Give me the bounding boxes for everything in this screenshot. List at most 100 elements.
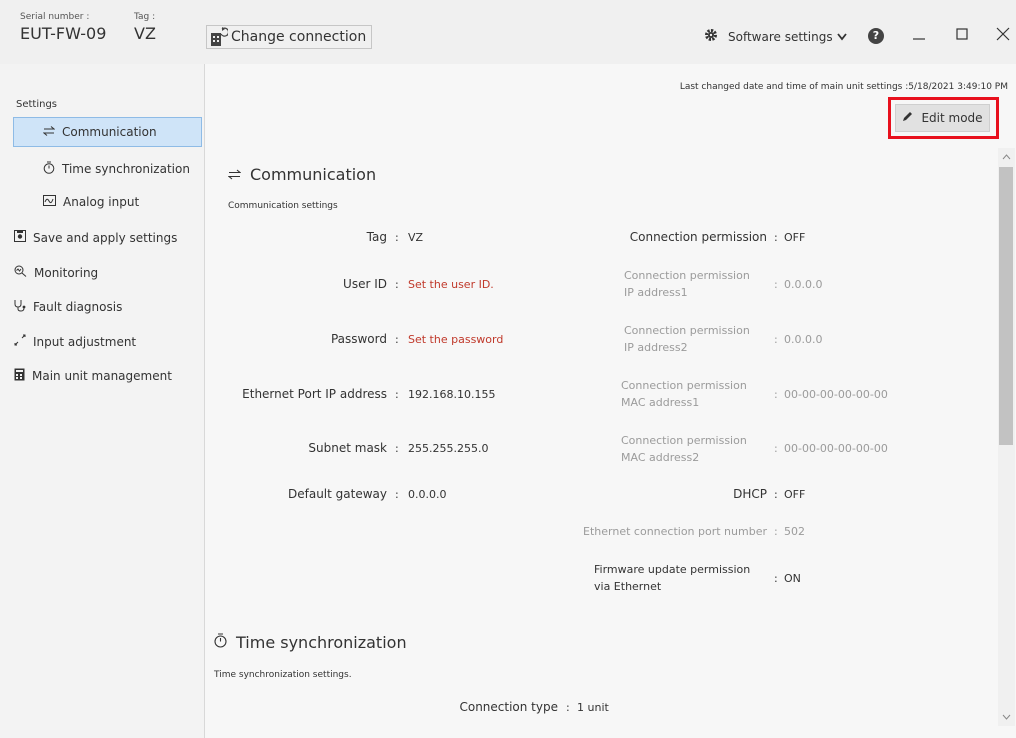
sidebar-item-time-synchronization[interactable]: Time synchronization [43, 161, 190, 177]
scroll-down-icon[interactable] [1002, 712, 1011, 723]
software-settings-menu[interactable]: Software settings [704, 28, 847, 45]
ip-address2-label-line2: IP address2 [624, 341, 688, 354]
sidebar-item-monitoring[interactable]: Monitoring [14, 265, 98, 280]
software-settings-label: Software settings [728, 29, 833, 44]
user-id-field-label: User ID [343, 277, 387, 291]
subnet-mask-field-label: Subnet mask [308, 441, 387, 455]
colon: : [774, 488, 778, 501]
password-field-label: Password [330, 332, 387, 346]
mac-address2-label-line2: MAC address2 [621, 451, 700, 464]
connection-type-value: 1 unit [577, 701, 609, 714]
sidebar-item-save-and-apply-settings[interactable]: Save and apply settings [14, 230, 177, 245]
last-changed-text: Last changed date and time of main unit … [679, 82, 1008, 92]
colon: : [395, 488, 399, 501]
sidebar-item-label: Main unit management [32, 369, 172, 383]
scrollbar-thumb[interactable] [999, 167, 1013, 445]
port-number-value: 502 [784, 525, 805, 538]
scroll-up-icon[interactable] [1002, 152, 1011, 163]
close-icon[interactable] [996, 26, 1010, 45]
waveform-icon [43, 195, 56, 209]
monitor-search-icon [14, 265, 27, 280]
ip-address1-label-line2: IP address1 [624, 286, 688, 299]
dhcp-label: DHCP [733, 487, 767, 501]
connection-permission-value: OFF [784, 231, 806, 244]
time-sync-section-title: Time synchronization [214, 633, 407, 652]
mac-address1-label-line1: Connection permission [621, 379, 747, 392]
tag-field-label: Tag [366, 230, 387, 244]
colon: : [395, 388, 399, 401]
sidebar-item-label: Analog input [63, 195, 140, 209]
colon: : [774, 388, 778, 401]
mac-address2-label-line1: Connection permission [621, 434, 747, 447]
sidebar-item-label: Save and apply settings [33, 230, 178, 245]
subnet-mask-field-value: 255.255.255.0 [408, 442, 489, 455]
colon: : [566, 701, 570, 714]
colon: : [395, 442, 399, 455]
ip-address2-value: 0.0.0.0 [784, 333, 823, 346]
user-id-field-value: Set the user ID. [408, 278, 494, 291]
default-gateway-field-label: Default gateway [288, 487, 387, 501]
port-number-label: Ethernet connection port number [583, 525, 767, 538]
chevron-down-icon [836, 30, 847, 44]
ethernet-ip-field-label: Ethernet Port IP address [242, 387, 387, 401]
ip-address1-value: 0.0.0.0 [784, 278, 823, 291]
sidebar-item-label: Input adjustment [33, 334, 137, 349]
colon: : [774, 525, 778, 538]
transfer-arrows-icon [42, 125, 56, 139]
sidebar-item-main-unit-management[interactable]: Main unit management [14, 368, 172, 384]
default-gateway-field-value: 0.0.0.0 [408, 488, 447, 501]
ethernet-ip-field-value: 192.168.10.155 [408, 388, 496, 401]
device-icon [14, 368, 25, 384]
gear-icon [704, 28, 718, 45]
colon: : [774, 572, 778, 585]
adjust-arrows-icon [14, 334, 26, 349]
colon: : [774, 333, 778, 346]
connection-permission-label: Connection permission [629, 230, 767, 244]
firmware-update-value: ON [784, 572, 801, 585]
ip-address1-label-line1: Connection permission [624, 269, 750, 282]
mac-address1-label-line2: MAC address1 [621, 396, 700, 409]
maximize-icon[interactable] [955, 26, 969, 45]
colon: : [395, 333, 399, 346]
colon: : [774, 442, 778, 455]
sidebar-item-label: Fault diagnosis [33, 300, 123, 314]
help-icon[interactable]: ? [868, 28, 884, 44]
device-refresh-icon [210, 27, 230, 47]
save-icon [14, 230, 26, 245]
colon: : [774, 231, 778, 244]
tag-value: VZ [134, 24, 156, 43]
sidebar-heading: Settings [16, 99, 58, 110]
change-connection-button[interactable]: Change connection [206, 25, 373, 49]
sidebar-item-label: Time synchronization [62, 162, 190, 176]
minimize-icon[interactable] [912, 26, 926, 45]
mac-address2-value: 00-00-00-00-00-00 [784, 442, 888, 455]
sidebar-item-input-adjustment[interactable]: Input adjustment [14, 334, 136, 349]
password-field-value: Set the password [408, 333, 504, 346]
colon: : [395, 278, 399, 291]
firmware-update-label-line2: via Ethernet [594, 580, 662, 593]
mac-address1-value: 00-00-00-00-00-00 [784, 388, 888, 401]
ip-address2-label-line1: Connection permission [624, 324, 750, 337]
sidebar-item-analog-input[interactable]: Analog input [43, 195, 139, 209]
transfer-arrows-icon [227, 165, 242, 184]
communication-section-subtitle: Communication settings [228, 201, 338, 211]
connection-type-label: Connection type [459, 700, 558, 714]
serial-number-label: Serial number : [20, 12, 90, 22]
serial-number-value: EUT-FW-09 [20, 24, 107, 43]
time-sync-section-subtitle: Time synchronization settings. [214, 670, 352, 680]
colon: : [395, 231, 399, 244]
tag-field-value: VZ [408, 231, 424, 244]
sidebar-item-label: Monitoring [34, 265, 99, 280]
communication-section-title: Communication [227, 165, 376, 184]
colon: : [774, 278, 778, 291]
firmware-update-label-line1: Firmware update permission [594, 563, 751, 576]
tag-label: Tag : [134, 12, 156, 22]
change-connection-label: Change connection [231, 29, 367, 45]
dhcp-value: OFF [784, 488, 806, 501]
sidebar-item-fault-diagnosis[interactable]: Fault diagnosis [14, 299, 122, 315]
sidebar-item-label: Communication [62, 125, 157, 139]
stethoscope-icon [14, 299, 26, 315]
stopwatch-icon [214, 633, 227, 652]
edit-mode-highlight-box [888, 97, 999, 139]
sidebar-item-communication[interactable]: Communication [42, 125, 157, 139]
